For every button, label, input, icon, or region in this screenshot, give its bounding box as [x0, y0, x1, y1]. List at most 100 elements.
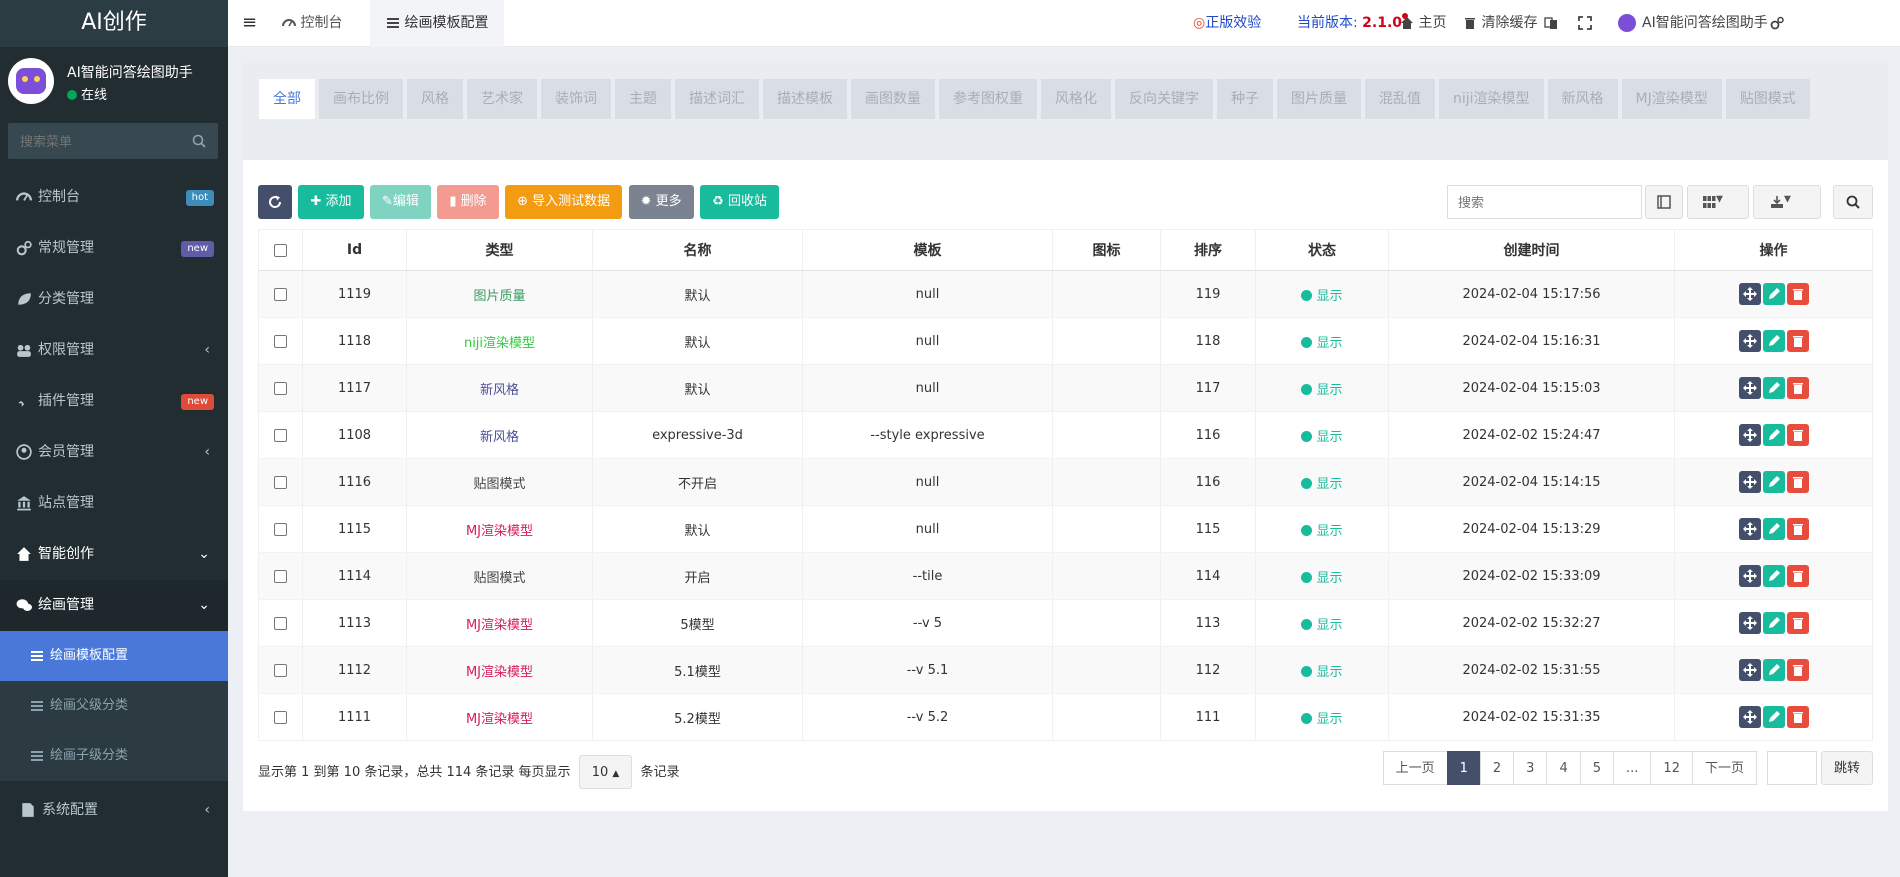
row-delete-button[interactable] — [1786, 377, 1809, 399]
table-row[interactable]: 1111 MJ渲染模型 5.2模型 --v 5.2 111 显示 2024-02-02 15… — [258, 693, 1873, 741]
edit-button[interactable]: ✎编辑 — [369, 185, 431, 219]
language-icon[interactable] — [1544, 0, 1558, 47]
next-page-button[interactable]: 下一页 — [1691, 751, 1757, 785]
category-tab-5[interactable]: 主题 — [615, 79, 671, 119]
header-name[interactable]: 名称 — [592, 229, 803, 271]
drag-move-button[interactable] — [1738, 471, 1761, 493]
row-edit-button[interactable] — [1762, 706, 1785, 728]
row-edit-button[interactable] — [1762, 518, 1785, 540]
drag-move-button[interactable] — [1738, 706, 1761, 728]
drag-move-button[interactable] — [1738, 377, 1761, 399]
cell-type[interactable]: 新风格 — [406, 411, 593, 459]
category-tab-11[interactable]: 反向关键字 — [1115, 79, 1213, 119]
table-row[interactable]: 1115 MJ渲染模型 默认 null 115 显示 2024-02-04 15:13:29 — [258, 505, 1873, 553]
row-checkbox[interactable] — [274, 616, 287, 630]
sidebar-item-1[interactable]: 常规管理 new — [0, 223, 228, 274]
fullscreen-icon[interactable] — [1578, 0, 1592, 47]
cell-status[interactable]: 显示 — [1255, 458, 1389, 506]
tab-dashboard[interactable]: 控制台 — [268, 0, 356, 47]
category-tab-0[interactable]: 全部 — [259, 79, 315, 119]
header-template[interactable]: 模板 — [802, 229, 1053, 271]
cell-type[interactable]: MJ渲染模型 — [406, 693, 593, 741]
row-edit-button[interactable] — [1762, 659, 1785, 681]
table-row[interactable]: 1117 新风格 默认 null 117 显示 2024-02-04 15:15:03 — [258, 364, 1873, 412]
toggle-view-button[interactable] — [1645, 185, 1683, 219]
row-delete-button[interactable] — [1786, 706, 1809, 728]
category-tab-18[interactable]: 贴图模式 — [1725, 79, 1810, 119]
drag-move-button[interactable] — [1738, 612, 1761, 634]
export-dropdown-button[interactable]: ▼ — [1753, 185, 1821, 219]
row-delete-button[interactable] — [1786, 565, 1809, 587]
row-edit-button[interactable] — [1762, 565, 1785, 587]
delete-button[interactable]: ▮ 删除 — [437, 185, 499, 219]
category-tab-12[interactable]: 种子 — [1217, 79, 1273, 119]
row-edit-button[interactable] — [1762, 424, 1785, 446]
category-tab-10[interactable]: 风格化 — [1041, 79, 1111, 119]
import-test-data-button[interactable]: ⊕ 导入测试数据 — [505, 185, 623, 219]
row-delete-button[interactable] — [1786, 330, 1809, 352]
cell-status[interactable]: 显示 — [1255, 693, 1389, 741]
jump-button[interactable]: 跳转 — [1820, 751, 1873, 785]
jump-page-input[interactable] — [1766, 751, 1817, 785]
cell-type[interactable]: 新风格 — [406, 364, 593, 412]
version-info[interactable]: 当前版本: 2.1.0 — [1297, 0, 1409, 47]
select-all-checkbox[interactable] — [274, 243, 287, 257]
row-checkbox[interactable] — [274, 428, 287, 442]
sidebar-item-system-config[interactable]: 系统配置 ‹ — [0, 785, 228, 836]
cell-status[interactable]: 显示 — [1255, 411, 1389, 459]
app-logo[interactable]: AI创作 — [0, 0, 228, 47]
table-search-input[interactable] — [1447, 185, 1642, 219]
assistant-profile[interactable]: AI智能问答绘图助手 — [1618, 0, 1768, 47]
drag-move-button[interactable] — [1738, 283, 1761, 305]
row-delete-button[interactable] — [1786, 471, 1809, 493]
row-edit-button[interactable] — [1762, 283, 1785, 305]
page-5[interactable]: 5 — [1579, 751, 1615, 785]
table-row[interactable]: 1119 图片质量 默认 null 119 显示 2024-02-04 15:17:56 — [258, 270, 1873, 318]
category-tab-13[interactable]: 图片质量 — [1277, 79, 1361, 119]
category-tab-14[interactable]: 混乱值 — [1365, 79, 1435, 119]
sidebar-item-0[interactable]: 控制台 hot — [0, 172, 228, 223]
cell-type[interactable]: 图片质量 — [406, 270, 593, 318]
category-tab-1[interactable]: 画布比例 — [319, 79, 403, 119]
sidebar-item-2[interactable]: 分类管理 — [0, 274, 228, 325]
header-icon[interactable]: 图标 — [1052, 229, 1161, 271]
cell-status[interactable]: 显示 — [1255, 646, 1389, 694]
cell-status[interactable]: 显示 — [1255, 364, 1389, 412]
prev-page-button[interactable]: 上一页 — [1382, 751, 1448, 785]
row-edit-button[interactable] — [1762, 377, 1785, 399]
category-tab-6[interactable]: 描述词汇 — [675, 79, 759, 119]
genuine-check-link[interactable]: ◎正版效验 — [1193, 0, 1261, 47]
row-checkbox[interactable] — [274, 710, 287, 724]
add-button[interactable]: ✚ 添加 — [298, 185, 364, 219]
row-checkbox[interactable] — [274, 475, 287, 489]
page-size-dropdown[interactable]: 10 ▲ — [578, 755, 633, 789]
search-submit-button[interactable] — [1833, 185, 1873, 219]
row-edit-button[interactable] — [1762, 471, 1785, 493]
sidebar-item-5[interactable]: 会员管理 ‹ — [0, 427, 228, 478]
row-delete-button[interactable] — [1786, 612, 1809, 634]
category-tab-15[interactable]: niji渲染模型 — [1439, 79, 1544, 119]
drag-move-button[interactable] — [1738, 424, 1761, 446]
sidebar-subitem-1[interactable]: 绘画父级分类 — [0, 681, 228, 731]
row-checkbox[interactable] — [274, 663, 287, 677]
row-delete-button[interactable] — [1786, 518, 1809, 540]
sidebar-item-6[interactable]: 站点管理 — [0, 478, 228, 529]
cell-status[interactable]: 显示 — [1255, 505, 1389, 553]
cell-status[interactable]: 显示 — [1255, 317, 1389, 365]
drag-move-button[interactable] — [1738, 518, 1761, 540]
row-checkbox[interactable] — [274, 381, 287, 395]
table-row[interactable]: 1114 贴图模式 开启 --tile 114 显示 2024-02-02 15:33:09 — [258, 552, 1873, 600]
category-tab-3[interactable]: 艺术家 — [467, 79, 537, 119]
row-delete-button[interactable] — [1786, 424, 1809, 446]
home-link[interactable]: 主页 — [1400, 0, 1446, 47]
table-row[interactable]: 1116 贴图模式 不开启 null 116 显示 2024-02-04 15:14:15 — [258, 458, 1873, 506]
search-icon[interactable] — [192, 134, 206, 148]
row-checkbox[interactable] — [274, 334, 287, 348]
table-row[interactable]: 1108 新风格 expressive-3d --style expressive 11… — [258, 411, 1873, 459]
category-tab-16[interactable]: 新风格 — [1547, 79, 1618, 119]
clear-cache-button[interactable]: 清除缓存 — [1463, 0, 1537, 47]
menu-search-input[interactable] — [8, 123, 188, 159]
sidebar-item-3[interactable]: 权限管理 ‹ — [0, 325, 228, 376]
cell-type[interactable]: 贴图模式 — [406, 458, 593, 506]
row-delete-button[interactable] — [1786, 283, 1809, 305]
